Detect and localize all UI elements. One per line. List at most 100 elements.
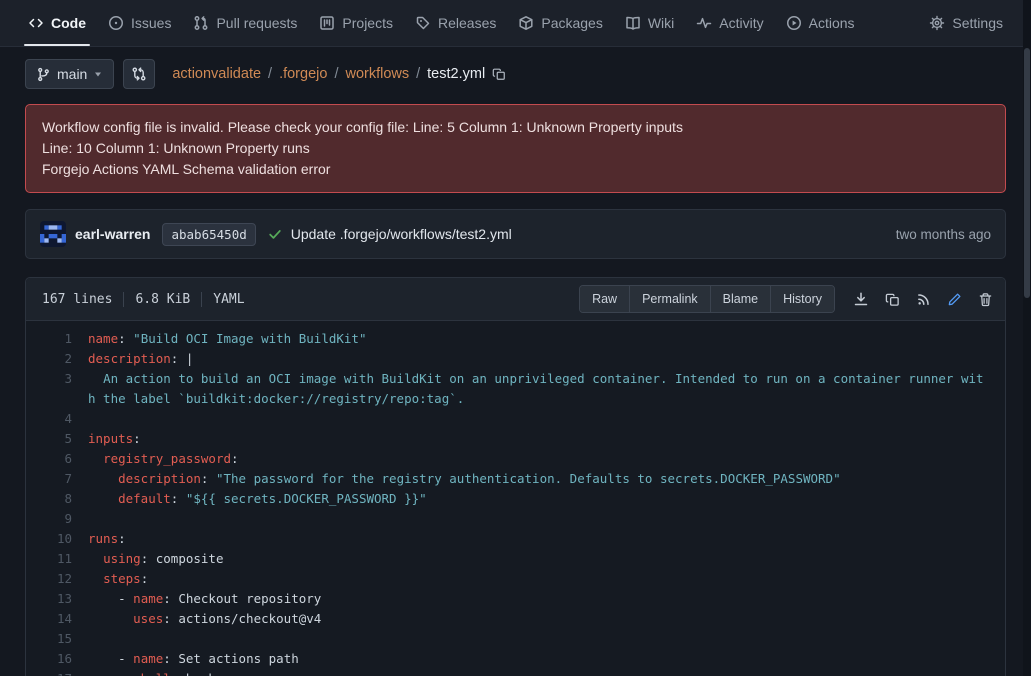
line-number[interactable]: 2 [26,349,88,369]
commit-message[interactable]: Update .forgejo/workflows/test2.yml [291,226,512,242]
line-content: name: "Build OCI Image with BuildKit" [88,329,1005,349]
line-number[interactable]: 8 [26,489,88,509]
breadcrumb: actionvalidate / .forgejo / workflows / … [172,66,506,82]
nav-tab-label: Actions [809,15,855,31]
file-view-button-group: Raw Permalink Blame History [579,285,835,313]
line-number[interactable]: 10 [26,529,88,549]
line-number[interactable]: 3 [26,369,88,409]
git-compare-icon [131,66,147,82]
nav-tab-label: Settings [952,15,1003,31]
copy-content-button[interactable] [885,292,900,307]
chevron-down-icon [93,69,103,79]
line-content: inputs: [88,429,1005,449]
code-line: 16 - name: Set actions path [26,649,1005,669]
gear-icon [929,15,945,31]
commit-success-check-icon[interactable] [268,227,282,241]
line-content: uses: actions/checkout@v4 [88,609,1005,629]
code-line: 15 [26,629,1005,649]
file-view: 167 lines 6.8 KiB YAML Raw Permalink Bla… [25,277,1006,676]
workflow-error-alert: Workflow config file is invalid. Please … [25,104,1006,193]
download-button[interactable] [853,291,869,307]
play-circle-icon [786,15,802,31]
history-button[interactable]: History [770,286,834,312]
line-number[interactable]: 13 [26,589,88,609]
branch-selector-button[interactable]: main [25,59,114,89]
line-number[interactable]: 4 [26,409,88,429]
nav-tab-wiki[interactable]: Wiki [615,0,684,46]
nav-tab-projects[interactable]: Projects [309,0,403,46]
commit-author-name[interactable]: earl-warren [75,226,150,242]
delete-file-button[interactable] [978,292,993,307]
nav-tab-pull-requests[interactable]: Pull requests [183,0,307,46]
nav-tab-label: Code [51,15,86,31]
line-number[interactable]: 12 [26,569,88,589]
code-icon [28,15,44,31]
file-size: 6.8 KiB [135,292,190,307]
code-line: 2description: | [26,349,1005,369]
file-meta: 167 lines 6.8 KiB YAML [42,292,245,307]
file-actions: Raw Permalink Blame History [579,285,993,313]
code-lines: 1name: "Build OCI Image with BuildKit"2d… [26,321,1005,676]
code-line: 3 An action to build an OCI image with B… [26,369,1005,409]
raw-button[interactable]: Raw [580,286,629,312]
line-number[interactable]: 14 [26,609,88,629]
nav-tab-label: Pull requests [216,15,297,31]
nav-tab-activity[interactable]: Activity [686,0,773,46]
line-content: shell: bash [88,669,1005,676]
copy-icon [885,292,900,307]
nav-tab-label: Packages [541,15,602,31]
line-content: description: | [88,349,1005,369]
nav-tab-actions[interactable]: Actions [776,0,865,46]
nav-tab-packages[interactable]: Packages [508,0,612,46]
line-content: description: "The password for the regis… [88,469,1005,489]
line-number[interactable]: 1 [26,329,88,349]
git-branch-icon [36,67,51,82]
line-content [88,409,1005,429]
commit-hash-badge[interactable]: abab65450d [162,223,255,246]
project-board-icon [319,15,335,31]
nav-tab-releases[interactable]: Releases [405,0,506,46]
copy-path-button[interactable] [492,67,506,81]
line-content: runs: [88,529,1005,549]
nav-tab-issues[interactable]: Issues [98,0,181,46]
line-content [88,629,1005,649]
breadcrumb-dir-link[interactable]: .forgejo [279,66,327,82]
line-number[interactable]: 11 [26,549,88,569]
rss-feed-button[interactable] [916,292,931,307]
line-number[interactable]: 17 [26,669,88,676]
nav-tab-label: Releases [438,15,496,31]
edit-file-button[interactable] [947,292,962,307]
breadcrumb-repo-link[interactable]: actionvalidate [172,66,261,82]
meta-divider [123,292,124,307]
repo-navbar: Code Issues Pull requests Projects Relea… [0,0,1031,47]
breadcrumb-dir-link[interactable]: workflows [345,66,409,82]
line-content: default: "${{ secrets.DOCKER_PASSWORD }}… [88,489,1005,509]
nav-tab-code[interactable]: Code [18,0,96,46]
page-scrollbar[interactable] [1023,0,1031,676]
permalink-button[interactable]: Permalink [629,286,710,312]
blame-button[interactable]: Blame [710,286,770,312]
code-line: 10runs: [26,529,1005,549]
code-line: 14 uses: actions/checkout@v4 [26,609,1005,629]
pencil-icon [947,292,962,307]
code-line: 17 shell: bash [26,669,1005,676]
compare-button[interactable] [123,59,155,89]
commit-author-avatar[interactable] [40,221,66,247]
nav-tab-settings[interactable]: Settings [919,0,1013,46]
alert-line: Forgejo Actions YAML Schema validation e… [42,159,989,180]
code-line: 11 using: composite [26,549,1005,569]
line-number[interactable]: 15 [26,629,88,649]
file-language: YAML [213,292,244,307]
line-content: registry_password: [88,449,1005,469]
breadcrumb-filename: test2.yml [427,66,485,82]
line-number[interactable]: 6 [26,449,88,469]
line-content: An action to build an OCI image with Bui… [88,369,1005,409]
rss-icon [916,292,931,307]
line-number[interactable]: 16 [26,649,88,669]
line-number[interactable]: 7 [26,469,88,489]
line-number[interactable]: 9 [26,509,88,529]
line-content: steps: [88,569,1005,589]
code-line: 5inputs: [26,429,1005,449]
line-number[interactable]: 5 [26,429,88,449]
scrollbar-thumb[interactable] [1024,48,1030,298]
